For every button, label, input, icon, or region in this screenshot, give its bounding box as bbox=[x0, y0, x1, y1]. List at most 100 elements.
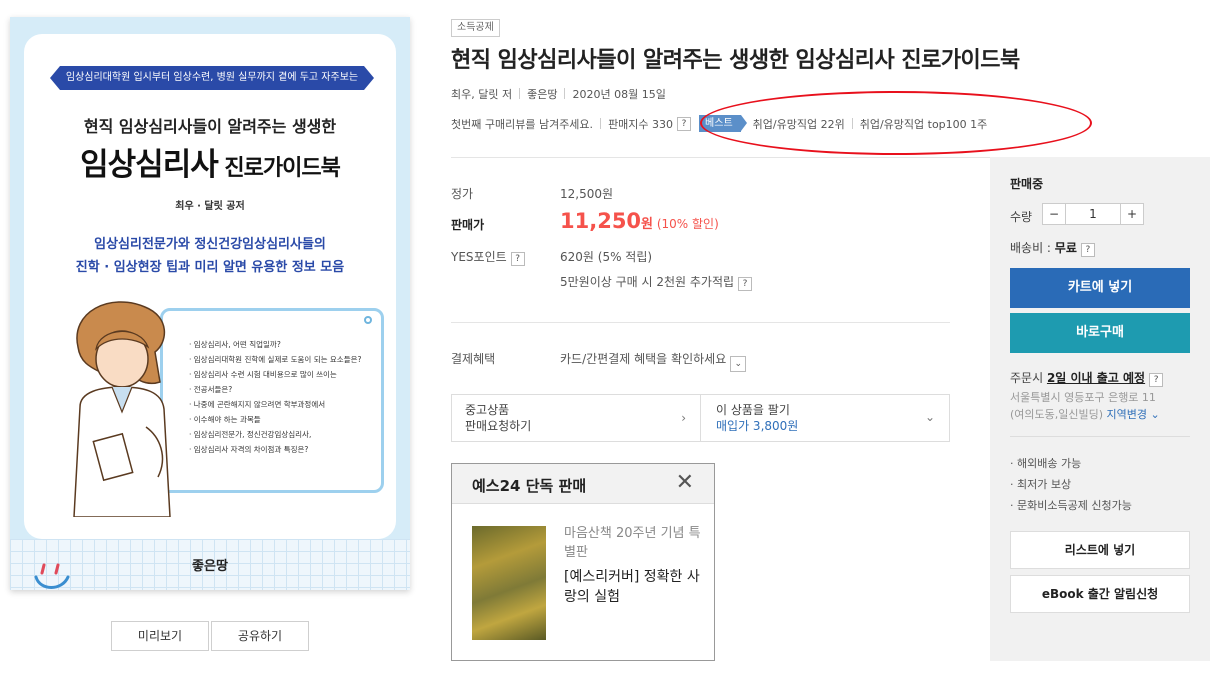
publisher-link[interactable]: 좋은땅 bbox=[527, 88, 557, 101]
share-button[interactable]: 공유하기 bbox=[211, 621, 309, 651]
cover-list-item: 전공서들은? bbox=[189, 382, 361, 397]
exclusive-book-subtitle[interactable]: 마음산책 20주년 기념 특별판 bbox=[564, 524, 704, 562]
help-icon[interactable]: ? bbox=[1080, 243, 1095, 257]
cover-banner: 임상심리대학원 입시부터 임상수련, 병원 실무까지 곁에 두고 자주보는 팁 bbox=[50, 66, 374, 107]
feature-list: 해외배송 가능 최저가 보상 문화비소득공제 신청가능 bbox=[1010, 453, 1132, 516]
cover-note-dot bbox=[364, 316, 372, 324]
cover-list-item: 임상심리사, 어떤 직업일까? bbox=[189, 337, 361, 352]
list-price-value: 12,500원 bbox=[560, 187, 614, 201]
cover-note-panel: 임상심리사, 어떤 직업일까? 임상심리대학원 진학에 실제로 도움이 되는 요… bbox=[160, 308, 384, 493]
payment-benefit-label: 결제혜택 bbox=[451, 352, 496, 366]
product-meta: 최우, 달릿 저 좋은땅 2020년 08월 15일 bbox=[451, 86, 666, 102]
quantity-minus-button[interactable]: − bbox=[1043, 204, 1065, 224]
cover-list-item: 임상심리전문가, 정신건강임상심리사, bbox=[189, 427, 361, 442]
address-line1: 서울특별시 영등포구 은행로 11 bbox=[1010, 391, 1156, 404]
used-sell-request-label: 판매요청하기 bbox=[465, 419, 532, 433]
cover-title-rest: 진로가이드북 bbox=[217, 156, 340, 181]
sale-status: 판매중 bbox=[1010, 177, 1044, 191]
product-title: 현직 임상심리사들이 알려주는 생생한 임상심리사 진로가이드북 bbox=[451, 48, 1020, 73]
sell-this-item-dropdown[interactable]: 이 상품을 팔기 매입가 3,800원 ⌄ bbox=[701, 395, 949, 441]
shipping-address: 서울특별시 영등포구 은행로 11 (여의도동,일신빌딩) 지역변경 ⌄ bbox=[1010, 389, 1202, 423]
review-prompt-link[interactable]: 첫번째 구매리뷰를 남겨주세요. bbox=[451, 116, 593, 132]
chevron-down-icon: ⌄ bbox=[924, 410, 935, 424]
change-region-link[interactable]: 지역변경 bbox=[1107, 408, 1147, 421]
yes-points-text: YES포인트 bbox=[451, 250, 507, 264]
address-line2: (여의도동,일신빌딩) bbox=[1010, 408, 1104, 421]
cover-list-item: 임상심리사 수련 시험 대비용으로 많이 쓰이는 bbox=[189, 367, 361, 382]
cover-illustration-woman bbox=[73, 301, 171, 517]
help-icon[interactable]: ? bbox=[1149, 373, 1164, 387]
ebook-notify-button[interactable]: eBook 출간 알림신청 bbox=[1010, 575, 1190, 613]
cover-subtitle: 현직 임상심리사들이 알려주는 생생한 bbox=[83, 117, 337, 136]
cover-desc-line2: 진학 · 임상현장 팁과 미리 알면 유용한 정보 모음 bbox=[75, 260, 345, 275]
help-icon[interactable]: ? bbox=[677, 116, 692, 131]
product-stats: 첫번째 구매리뷰를 남겨주세요. 판매지수 330 ? 베스트 취업/유망직업 … bbox=[451, 115, 987, 132]
shipping-estimate-bold: 2일 이내 출고 예정 bbox=[1046, 371, 1146, 385]
quantity-label: 수량 bbox=[1010, 210, 1033, 224]
best-seller-tag: 베스트 bbox=[699, 115, 747, 132]
help-icon[interactable]: ? bbox=[738, 277, 753, 291]
shipping-estimate-prefix: 주문시 bbox=[1010, 371, 1047, 385]
close-icon[interactable]: ✕ bbox=[676, 472, 694, 494]
publish-date: 2020년 08월 15일 bbox=[572, 88, 666, 101]
chevron-down-icon[interactable]: ⌄ bbox=[1147, 408, 1160, 421]
cover-list-item: 이수해야 하는 과목들 bbox=[189, 412, 361, 427]
sale-discount: (10% 할인) bbox=[656, 217, 719, 231]
feature-item: 해외배송 가능 bbox=[1010, 453, 1132, 474]
address-line2-wrap: (여의도동,일신빌딩) 지역변경 ⌄ bbox=[1010, 406, 1202, 423]
cover-question-list: 임상심리사, 어떤 직업일까? 임상심리대학원 진학에 실제로 도움이 되는 요… bbox=[189, 337, 362, 457]
preview-button[interactable]: 미리보기 bbox=[111, 621, 209, 651]
used-goods-label: 중고상품 bbox=[465, 403, 510, 417]
sale-price-value: 11,250 bbox=[560, 209, 642, 233]
help-icon[interactable]: ? bbox=[510, 252, 525, 266]
shipping-fee: 배송비 : 무료? bbox=[1010, 239, 1095, 257]
authors-link[interactable]: 최우, 달릿 저 bbox=[451, 88, 512, 101]
used-sell-request-button[interactable]: 중고상품 판매요청하기 › bbox=[452, 395, 701, 441]
cover-publisher-logo: 좋은땅 bbox=[192, 559, 228, 574]
divider bbox=[519, 88, 521, 99]
cover-authors: 최우 · 달릿 공저 bbox=[175, 201, 245, 212]
cover-list-item: 임상심리사 자격의 차이점과 특징은? bbox=[189, 442, 361, 457]
exclusive-book-thumbnail[interactable] bbox=[472, 526, 546, 640]
buy-now-button[interactable]: 바로구매 bbox=[1010, 313, 1190, 353]
cover-description: 임상심리전문가와 정신건강임상심리사들의 진학 · 임상현장 팁과 미리 알면 … bbox=[10, 233, 410, 279]
add-to-list-button[interactable]: 리스트에 넣기 bbox=[1010, 531, 1190, 569]
quantity-input[interactable]: 1 bbox=[1065, 204, 1121, 224]
sell-this-item-label: 이 상품을 팔기 bbox=[716, 403, 790, 417]
cover-title-main: 임상심리사 bbox=[80, 147, 219, 183]
divider bbox=[600, 118, 602, 129]
chevron-right-icon: › bbox=[681, 411, 686, 425]
cover-list-item: 임상심리대학원 진학에 실제로 도움이 되는 요소들은? bbox=[189, 352, 362, 367]
exclusive-sale-title: 예스24 단독 판매 bbox=[472, 477, 587, 495]
feature-item: 문화비소득공제 신청가능 bbox=[1010, 495, 1132, 516]
used-goods-box: 중고상품 판매요청하기 › 이 상품을 팔기 매입가 3,800원 ⌄ bbox=[451, 394, 950, 442]
shipping-fee-value: 무료 bbox=[1054, 241, 1077, 255]
book-cover-image[interactable]: 임상심리대학원 입시부터 임상수련, 병원 실무까지 곁에 두고 자주보는 팁 … bbox=[10, 17, 410, 590]
exclusive-book-name[interactable]: [예스리커버] 정확한 사랑의 실험 bbox=[564, 567, 704, 607]
add-to-cart-button[interactable]: 카트에 넣기 bbox=[1010, 268, 1190, 308]
buyback-price: 매입가 3,800원 bbox=[716, 419, 799, 433]
quantity-plus-button[interactable]: + bbox=[1121, 204, 1143, 224]
exclusive-sale-header: 예스24 단독 판매 ✕ bbox=[452, 464, 714, 504]
cover-desc-line1: 임상심리전문가와 정신건강임상심리사들의 bbox=[94, 237, 326, 252]
sales-index: 판매지수 330 bbox=[608, 117, 674, 131]
shipping-estimate: 주문시 2일 이내 출고 예정? bbox=[1010, 369, 1164, 387]
divider bbox=[451, 157, 990, 158]
best-rank-category[interactable]: 취업/유망직업 22위 bbox=[753, 116, 845, 132]
best-rank-weekly[interactable]: 취업/유망직업 top100 1주 bbox=[860, 116, 988, 132]
quantity-stepper: − 1 + bbox=[1042, 203, 1144, 225]
yes-points-label: YES포인트? bbox=[451, 248, 525, 266]
divider bbox=[451, 322, 950, 323]
yes-points-value: 620원 (5% 적립) bbox=[560, 250, 653, 264]
chevron-down-icon[interactable]: ⌄ bbox=[730, 356, 747, 372]
cover-title: 임상심리사 진로가이드북 bbox=[10, 139, 410, 184]
points-extra-text: 5만원이상 구매 시 2천원 추가적립 bbox=[560, 275, 735, 289]
payment-benefit[interactable]: 카드/간편결제 혜택을 확인하세요 ⌄ bbox=[560, 350, 747, 372]
list-price-label: 정가 bbox=[451, 187, 474, 201]
points-extra: 5만원이상 구매 시 2천원 추가적립? bbox=[560, 273, 753, 291]
sale-price: 11,250원 (10% 할인) bbox=[560, 209, 719, 233]
income-deduction-badge: 소득공제 bbox=[451, 19, 500, 37]
payment-benefit-text[interactable]: 카드/간편결제 혜택을 확인하세요 bbox=[560, 352, 726, 366]
divider bbox=[851, 118, 853, 129]
divider bbox=[564, 88, 566, 99]
